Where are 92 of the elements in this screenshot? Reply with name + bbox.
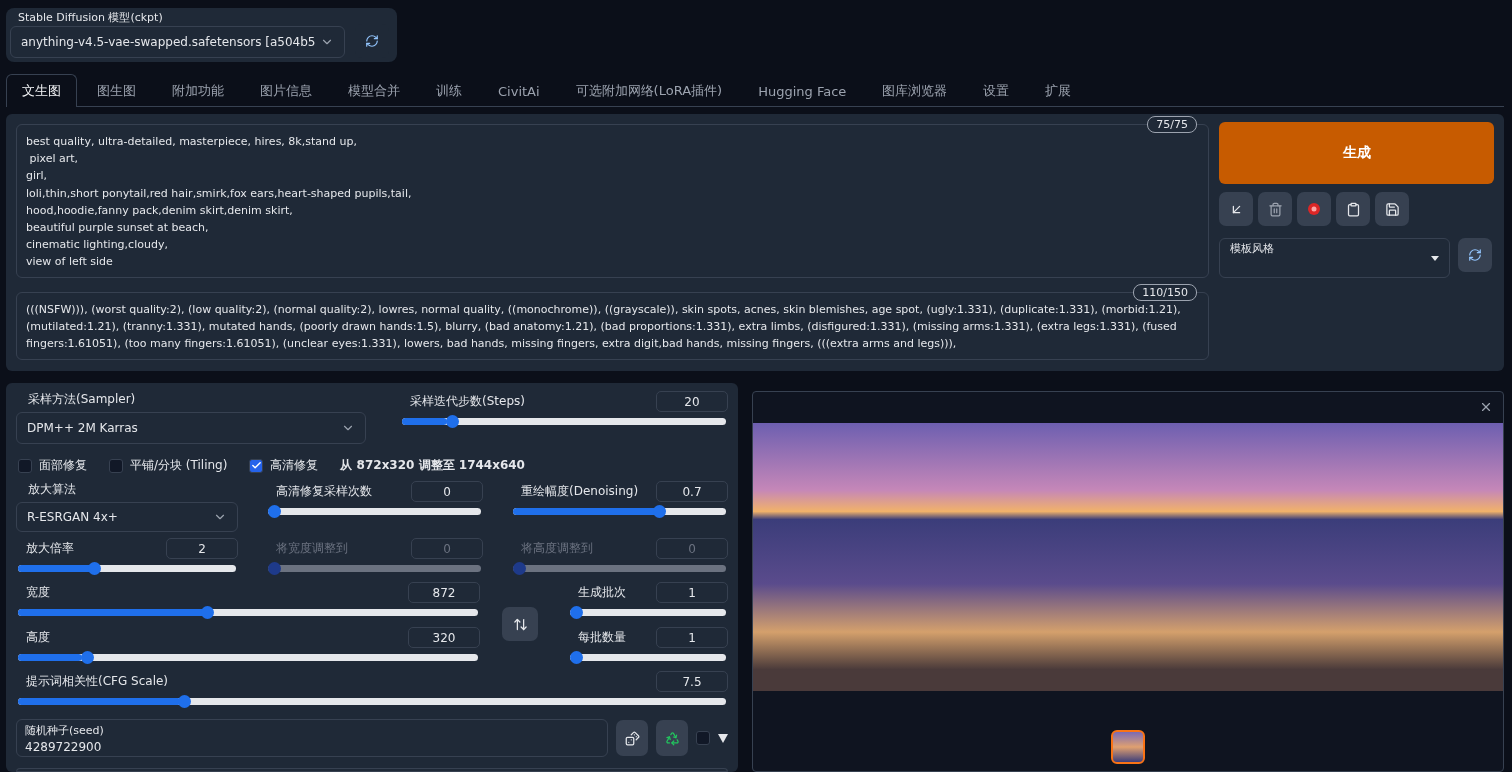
thumbnail[interactable] bbox=[1111, 730, 1145, 764]
slider-track[interactable] bbox=[570, 606, 726, 619]
sampler-label: 采样方法(Sampler) bbox=[27, 391, 137, 408]
refresh-icon bbox=[365, 34, 379, 48]
model-label: Stable Diffusion 模型(ckpt) bbox=[17, 10, 164, 25]
slider-label: 提示词相关性(CFG Scale) bbox=[26, 673, 169, 690]
checkbox-label: 面部修复 bbox=[39, 457, 87, 474]
swap-button[interactable] bbox=[502, 607, 538, 641]
slider-track[interactable] bbox=[570, 651, 726, 664]
swap-arrows-icon bbox=[512, 616, 528, 632]
slider-track[interactable] bbox=[402, 415, 726, 428]
token-counter: 75/75 bbox=[1147, 116, 1197, 133]
slider-label: 放大倍率 bbox=[26, 540, 74, 557]
upscaler-label: 放大算法 bbox=[27, 481, 77, 498]
slider-label: 将宽度调整到 bbox=[276, 540, 348, 557]
tab[interactable]: 可选附加网络(LoRA插件) bbox=[559, 74, 739, 107]
checkbox[interactable] bbox=[109, 458, 123, 473]
recycle-icon bbox=[664, 730, 680, 746]
save-button[interactable] bbox=[1375, 192, 1409, 226]
slider-label: 高清修复采样次数 bbox=[276, 483, 372, 500]
checkbox-label: 平铺/分块 (Tiling) bbox=[130, 457, 228, 474]
model-dropdown[interactable]: anything-v4.5-vae-swapped.safetensors [a504b5 bbox=[10, 26, 345, 58]
seed-field[interactable]: 随机种子(seed) 4289722900 bbox=[16, 719, 608, 757]
circle-dot-icon bbox=[1307, 202, 1321, 216]
tab[interactable]: 设置 bbox=[967, 74, 1026, 107]
checkbox[interactable] bbox=[249, 458, 264, 473]
number-input[interactable]: 0 bbox=[411, 481, 483, 502]
slider-thumb[interactable] bbox=[570, 606, 583, 619]
slider-track[interactable] bbox=[18, 606, 478, 619]
number-input[interactable]: 2 bbox=[166, 538, 238, 559]
number-input[interactable]: 7.5 bbox=[656, 671, 728, 692]
refresh-icon bbox=[1468, 248, 1482, 262]
styles-dropdown[interactable]: 模板风格 bbox=[1219, 238, 1450, 278]
slider-label: 高度 bbox=[26, 629, 50, 646]
tab[interactable]: 图生图 bbox=[81, 74, 152, 107]
slider-track[interactable] bbox=[268, 505, 481, 518]
number-input[interactable]: 320 bbox=[408, 627, 480, 648]
slider-label: 将高度调整到 bbox=[521, 540, 593, 557]
slider-thumb[interactable] bbox=[177, 695, 191, 708]
tab[interactable]: 扩展 bbox=[1029, 74, 1088, 107]
number-input[interactable]: 872 bbox=[408, 582, 480, 603]
slider-label: 宽度 bbox=[26, 584, 50, 601]
slider-label: 每批数量 bbox=[578, 629, 626, 646]
slider-track[interactable] bbox=[18, 695, 726, 708]
clipboard-icon bbox=[1345, 201, 1361, 217]
slider-track[interactable] bbox=[513, 505, 726, 518]
slider-thumb[interactable] bbox=[87, 562, 101, 575]
send-to-prompt-button[interactable] bbox=[1219, 192, 1253, 226]
refresh-button[interactable] bbox=[1458, 238, 1492, 272]
trash-button[interactable] bbox=[1258, 192, 1292, 226]
caret-icon bbox=[1431, 256, 1439, 261]
number-input[interactable]: 20 bbox=[656, 391, 728, 412]
tab[interactable]: 文生图 bbox=[6, 74, 77, 107]
slider-thumb[interactable] bbox=[653, 505, 666, 518]
record-button[interactable] bbox=[1297, 192, 1331, 226]
dice-button[interactable] bbox=[616, 720, 648, 756]
generate-button[interactable]: 生成 bbox=[1219, 122, 1494, 184]
slider-thumb[interactable] bbox=[201, 606, 215, 619]
slider-label: 采样迭代步数(Steps) bbox=[410, 393, 525, 410]
tab[interactable]: 图片信息 bbox=[244, 74, 328, 107]
dice-icon bbox=[624, 730, 640, 746]
tab[interactable]: CivitAi bbox=[482, 74, 556, 107]
slider-label: 生成批次 bbox=[578, 584, 626, 601]
tab[interactable]: 附加功能 bbox=[156, 74, 240, 107]
number-input[interactable]: 0.7 bbox=[656, 481, 728, 502]
tab[interactable]: Hugging Face bbox=[742, 74, 863, 107]
hires-info-text: 从 872x320 调整至 1744x640 bbox=[340, 457, 525, 474]
save-icon bbox=[1384, 201, 1400, 217]
slider-thumb[interactable] bbox=[445, 415, 459, 428]
sampler-dropdown[interactable]: DPM++ 2M Karras bbox=[16, 412, 366, 444]
checkbox[interactable] bbox=[18, 458, 32, 473]
close-icon bbox=[1479, 400, 1493, 414]
tab[interactable]: 训练 bbox=[420, 74, 478, 107]
close-button[interactable] bbox=[1479, 400, 1493, 414]
recycle-button[interactable] bbox=[656, 720, 688, 756]
slider-label: 重绘幅度(Denoising) bbox=[521, 483, 639, 500]
slider-thumb[interactable] bbox=[80, 651, 94, 664]
tab[interactable]: 模型合并 bbox=[332, 74, 416, 107]
number-input[interactable]: 1 bbox=[656, 627, 728, 648]
number-input[interactable]: 1 bbox=[656, 582, 728, 603]
checkbox[interactable] bbox=[696, 731, 710, 745]
clipboard-button[interactable] bbox=[1336, 192, 1370, 226]
slider-thumb[interactable] bbox=[268, 505, 281, 518]
caret-icon[interactable] bbox=[718, 733, 728, 743]
slider-track[interactable] bbox=[18, 651, 478, 664]
trash-icon bbox=[1267, 201, 1283, 217]
token-counter: 110/150 bbox=[1133, 284, 1197, 301]
tab[interactable]: 图库浏览器 bbox=[866, 74, 964, 107]
upscaler-dropdown[interactable]: R-ESRGAN 4x+ bbox=[16, 502, 238, 532]
slider-track[interactable] bbox=[18, 562, 236, 575]
slider-thumb[interactable] bbox=[570, 651, 583, 664]
checkbox-label: 高清修复 bbox=[270, 457, 319, 474]
